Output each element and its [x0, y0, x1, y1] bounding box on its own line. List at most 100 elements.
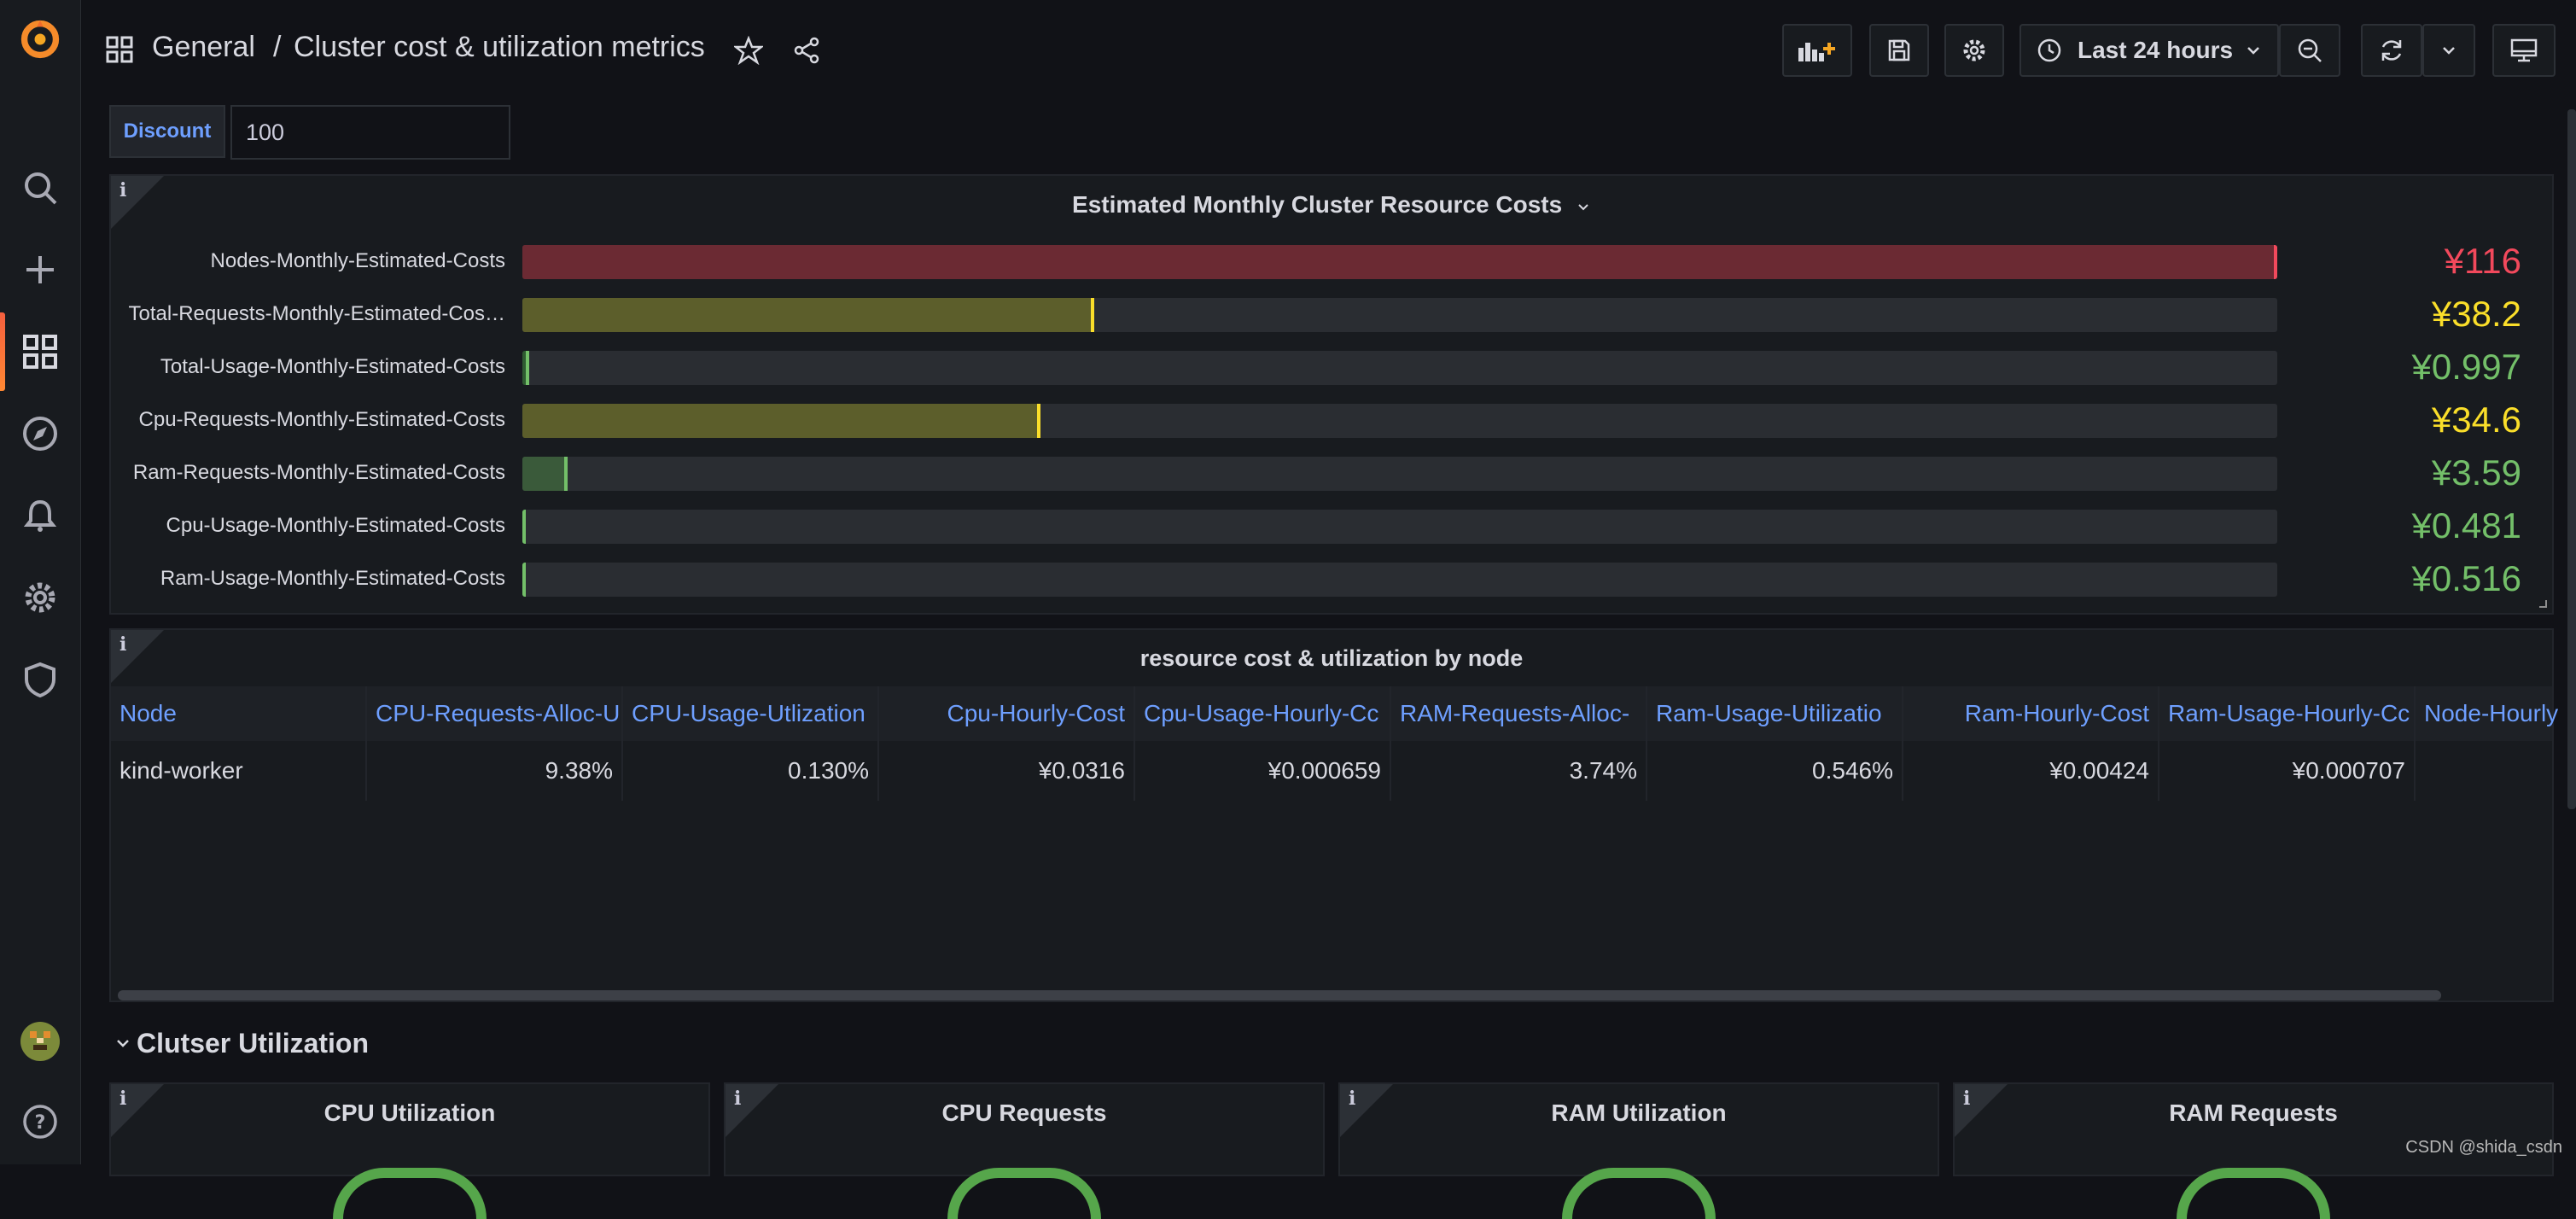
bar-value: ¥0.516	[2411, 558, 2521, 598]
zoom-out-button[interactable]	[2279, 24, 2340, 77]
bar-gauge-row: Cpu-Usage-Monthly-Estimated-Costs ¥0.481	[111, 505, 2552, 548]
resize-handle-icon[interactable]	[2537, 598, 2547, 608]
panel-title[interactable]: Estimated Monthly Cluster Resource Costs	[111, 191, 2552, 219]
panel-title[interactable]: RAM Utilization	[1340, 1099, 1938, 1127]
clock-icon	[2037, 38, 2061, 62]
bar-track	[522, 298, 2277, 332]
cpu-requests-panel: i CPU Requests	[724, 1082, 1325, 1219]
horizontal-scrollbar[interactable]	[118, 990, 2441, 1000]
panel-title[interactable]: CPU Requests	[726, 1099, 1323, 1127]
watermark: CSDN @shida_csdn	[2405, 1138, 2562, 1157]
table-column-header[interactable]: RAM-Requests-Alloc-	[1391, 686, 1647, 741]
table-cell: ¥0.0316	[879, 741, 1135, 801]
bar-gauge-row: Total-Requests-Monthly-Estimated-Cos… ¥38…	[111, 294, 2552, 336]
bar-edge	[2274, 245, 2277, 279]
bar-value: ¥116	[2444, 241, 2521, 281]
table-column-header[interactable]: Cpu-Hourly-Cost	[879, 686, 1135, 741]
bar-track	[522, 563, 2277, 597]
bar-label: Ram-Requests-Monthly-Estimated-Costs	[132, 461, 505, 484]
table-column-header[interactable]: Node	[111, 686, 367, 741]
add-panel-icon	[1798, 43, 1835, 61]
dashboards-icon[interactable]	[20, 331, 61, 372]
grafana-logo-icon[interactable]	[20, 19, 61, 60]
bar-track	[522, 351, 2277, 385]
bar-label: Nodes-Monthly-Estimated-Costs	[210, 249, 505, 272]
top-navbar: General / Cluster cost & utilization met…	[80, 0, 2576, 102]
node-table-panel: i resource cost & utilization by node No…	[109, 628, 2558, 1002]
table-cell: 3.74%	[1391, 741, 1647, 801]
bar-track	[522, 510, 2277, 544]
bar-value: ¥3.59	[2431, 452, 2521, 493]
chevron-down-icon	[1578, 203, 1588, 211]
table-column-header[interactable]: Cpu-Usage-Hourly-Cc	[1135, 686, 1391, 741]
table-column-header[interactable]: Ram-Usage-Hourly-Cc	[2159, 686, 2416, 741]
chevron-down-icon	[2443, 47, 2455, 55]
bar-edge	[526, 351, 529, 385]
bar-edge	[1091, 298, 1094, 332]
shield-icon[interactable]	[20, 659, 61, 700]
view-mode-button[interactable]	[2492, 24, 2556, 77]
search-icon[interactable]	[20, 167, 61, 208]
user-avatar[interactable]	[20, 1021, 61, 1062]
panel-title-text: Estimated Monthly Cluster Resource Costs	[1072, 191, 1563, 218]
discount-variable-input[interactable]: 100	[230, 105, 510, 160]
ram-utilization-panel: i RAM Utilization	[1338, 1082, 1939, 1219]
bar-label: Cpu-Usage-Monthly-Estimated-Costs	[166, 514, 505, 537]
table-cell	[2416, 741, 2576, 801]
bar-gauge-row: Ram-Requests-Monthly-Estimated-Costs ¥3.5…	[111, 452, 2552, 495]
alerting-bell-icon[interactable]	[20, 495, 61, 536]
save-dashboard-button[interactable]	[1869, 24, 1929, 77]
refresh-interval-dropdown[interactable]	[2422, 24, 2475, 77]
cpu-utilization-panel: i CPU Utilization	[109, 1082, 710, 1219]
refresh-button[interactable]	[2361, 24, 2422, 77]
help-icon[interactable]: ?	[20, 1101, 61, 1142]
bar-track	[522, 245, 2277, 279]
star-icon[interactable]	[732, 35, 765, 69]
dashboard-settings-button[interactable]	[1944, 24, 2004, 77]
bar-label: Total-Usage-Monthly-Estimated-Costs	[160, 355, 505, 378]
explore-icon[interactable]	[20, 413, 61, 454]
ram-requests-panel: i RAM Requests	[1953, 1082, 2554, 1219]
table-column-header[interactable]: CPU-Requests-Alloc-U	[367, 686, 623, 741]
create-icon[interactable]	[20, 249, 61, 290]
settings-gear-icon[interactable]	[20, 577, 61, 618]
row-collapse-chevron-icon[interactable]	[114, 1035, 131, 1056]
bar-gauge-row: Ram-Usage-Monthly-Estimated-Costs ¥0.516	[111, 558, 2552, 601]
table-column-header[interactable]: Ram-Usage-Utilizatio	[1647, 686, 1903, 741]
vertical-scrollbar[interactable]	[2567, 109, 2576, 809]
bar-value: ¥0.481	[2411, 505, 2521, 545]
row-section-title[interactable]: Clutser Utilization	[137, 1028, 369, 1059]
bar-track	[522, 457, 2277, 491]
cost-bar-gauge-panel: i Estimated Monthly Cluster Resource Cos…	[109, 174, 2554, 615]
table-column-header[interactable]: Node-Hourly	[2416, 686, 2576, 741]
discount-variable-label: Discount	[109, 105, 225, 158]
time-range-picker[interactable]: Last 24 hours	[2019, 24, 2279, 77]
table-column-header[interactable]: Ram-Hourly-Cost	[1903, 686, 2159, 741]
bar-value: ¥34.6	[2431, 400, 2521, 440]
bar-value: ¥38.2	[2431, 294, 2521, 334]
table-cell: ¥0.00424	[1903, 741, 2159, 801]
bar-track	[522, 404, 2277, 438]
table-cell: kind-worker	[111, 741, 367, 801]
add-panel-button[interactable]	[1782, 24, 1852, 77]
bar-edge	[564, 457, 568, 491]
panel-title[interactable]: RAM Requests	[1955, 1099, 2552, 1127]
sidebar-active-indicator	[0, 312, 5, 391]
bar-gauge-row: Nodes-Monthly-Estimated-Costs ¥116	[111, 241, 2552, 283]
chevron-down-icon	[2247, 47, 2259, 55]
sidebar: ?	[0, 0, 81, 1164]
table-cell: 0.546%	[1647, 741, 1903, 801]
bar-gauge-row: Total-Usage-Monthly-Estimated-Costs ¥0.99…	[111, 347, 2552, 389]
gauge-arc	[1562, 1168, 1716, 1219]
panel-title[interactable]: CPU Utilization	[111, 1099, 708, 1127]
bar-label: Cpu-Requests-Monthly-Estimated-Costs	[138, 408, 505, 431]
dashboard-title[interactable]: Cluster cost & utilization metrics	[294, 31, 705, 64]
dashboard-grid-icon	[106, 36, 133, 67]
share-icon[interactable]	[792, 36, 821, 69]
table-column-header[interactable]: CPU-Usage-Utlization	[623, 686, 879, 741]
breadcrumb-folder[interactable]: General	[152, 31, 255, 64]
save-icon	[1888, 39, 1910, 61]
bar-edge	[522, 510, 526, 544]
panel-title[interactable]: resource cost & utilization by node	[111, 645, 2552, 672]
bar-edge	[1037, 404, 1040, 438]
